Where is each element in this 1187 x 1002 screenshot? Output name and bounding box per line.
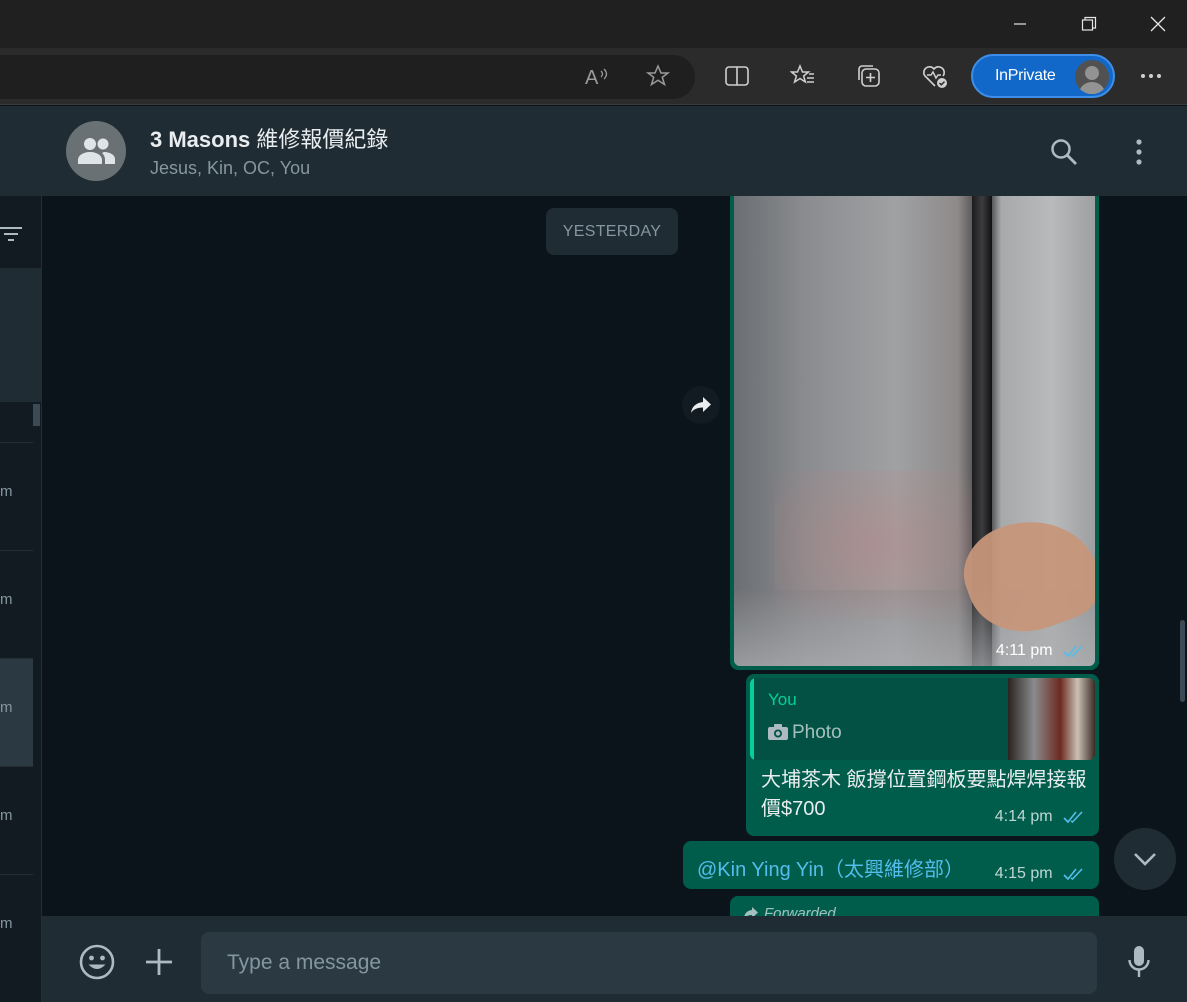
- minimize-icon[interactable]: [997, 0, 1043, 48]
- chat-title[interactable]: 3 Masons 維修報價紀錄: [150, 122, 388, 154]
- message-time: 4:11 pm: [995, 642, 1053, 659]
- chat-list-item-time: m: [0, 699, 13, 716]
- forwarded-label: Forwarded: [744, 905, 836, 916]
- chat-list-search-area[interactable]: [0, 268, 41, 402]
- chat-list-item-time: m: [0, 807, 13, 824]
- mention-link[interactable]: @Kin Ying Yin（太興維修部）: [697, 853, 964, 882]
- chat-list-item-time: m: [0, 915, 13, 932]
- scroll-to-bottom-button[interactable]: [1114, 828, 1176, 890]
- inprivate-label: InPrivate: [995, 67, 1056, 84]
- chat-header: 3 Masons 維修報價紀錄 Jesus, Kin, OC, You: [42, 106, 1187, 196]
- conversation-scrollbar[interactable]: [1180, 620, 1185, 702]
- forwarded-text: Forwarded: [764, 905, 836, 916]
- browser-titlebar: [0, 0, 1187, 48]
- message-photo[interactable]: [734, 196, 1095, 666]
- message-time: 4:14 pm: [994, 808, 1053, 825]
- read-receipt-icon: [1063, 811, 1083, 823]
- svg-text:A: A: [585, 67, 599, 87]
- profile-avatar: [1075, 60, 1109, 94]
- favorite-star-icon[interactable]: [640, 58, 676, 94]
- inprivate-button[interactable]: InPrivate: [971, 54, 1115, 98]
- message-time: 4:15 pm: [994, 865, 1053, 882]
- chat-title-bold: 3 Masons: [150, 127, 251, 152]
- camera-icon: [768, 724, 788, 740]
- quote-thumbnail: [1008, 678, 1095, 760]
- quote-accent-bar: [750, 678, 754, 760]
- chat-list-item[interactable]: m: [0, 442, 33, 550]
- chat-title-rest: 維修報價紀錄: [250, 127, 389, 152]
- quoted-message[interactable]: You Photo: [750, 678, 1095, 760]
- composer-bar: [42, 916, 1187, 1002]
- read-receipt-icon: [1063, 645, 1083, 657]
- chat-list-item-time: m: [0, 483, 13, 500]
- message-meta: 4:15 pm: [995, 865, 1087, 883]
- forward-icon[interactable]: [682, 386, 720, 424]
- chat-list-header: [0, 106, 41, 196]
- microphone-icon[interactable]: [1119, 942, 1159, 982]
- chat-list-scrollbar[interactable]: [33, 404, 40, 426]
- menu-icon[interactable]: [1121, 134, 1157, 170]
- quote-author: You: [768, 690, 797, 709]
- chat-list-item-active[interactable]: m: [0, 658, 33, 766]
- collections-icon[interactable]: [851, 58, 887, 94]
- reply-message[interactable]: You Photo 大埔茶木 飯撐位置鋼板要點焊焊接報價$700 4:14 pm: [746, 674, 1099, 836]
- read-aloud-icon[interactable]: A: [580, 58, 616, 94]
- attach-plus-icon[interactable]: [139, 942, 179, 982]
- chat-list-panel: m m m m m: [0, 106, 42, 1002]
- message-meta: 4:14 pm: [995, 808, 1087, 826]
- split-screen-icon[interactable]: [719, 58, 755, 94]
- browser-essentials-icon[interactable]: [917, 58, 953, 94]
- message-meta: 4:11 pm: [996, 642, 1087, 660]
- close-icon[interactable]: [1135, 0, 1181, 48]
- participants-list[interactable]: Jesus, Kin, OC, You: [150, 158, 310, 179]
- favorites-icon[interactable]: [785, 58, 821, 94]
- restore-icon[interactable]: [1066, 0, 1112, 48]
- browser-toolbar: A InPrivate: [0, 48, 1187, 105]
- chevron-down-icon: [1134, 853, 1156, 866]
- quote-type: Photo: [792, 722, 842, 743]
- chat-list-item[interactable]: m: [0, 874, 33, 982]
- forwarded-message[interactable]: Forwarded: [730, 896, 1099, 916]
- chat-list-item-time: m: [0, 591, 13, 608]
- more-icon[interactable]: [1133, 58, 1169, 94]
- conversation-panel: YESTERDAY 4:11 pm You Photo 大埔茶木 飯撐位置鋼板要…: [42, 196, 1187, 916]
- group-icon: [78, 138, 115, 164]
- chat-list-item[interactable]: m: [0, 550, 33, 658]
- image-message[interactable]: 4:11 pm: [730, 196, 1099, 670]
- emoji-icon[interactable]: [77, 942, 117, 982]
- filter-icon[interactable]: [0, 224, 24, 249]
- forwarded-icon: [744, 907, 758, 916]
- message-input[interactable]: [201, 932, 1097, 994]
- group-avatar[interactable]: [66, 121, 126, 181]
- chat-list-item[interactable]: m: [0, 766, 33, 874]
- search-icon[interactable]: [1046, 134, 1082, 170]
- read-receipt-icon: [1063, 868, 1083, 880]
- date-chip: YESTERDAY: [546, 208, 678, 255]
- mention-message[interactable]: @Kin Ying Yin（太興維修部） 4:15 pm: [683, 841, 1099, 889]
